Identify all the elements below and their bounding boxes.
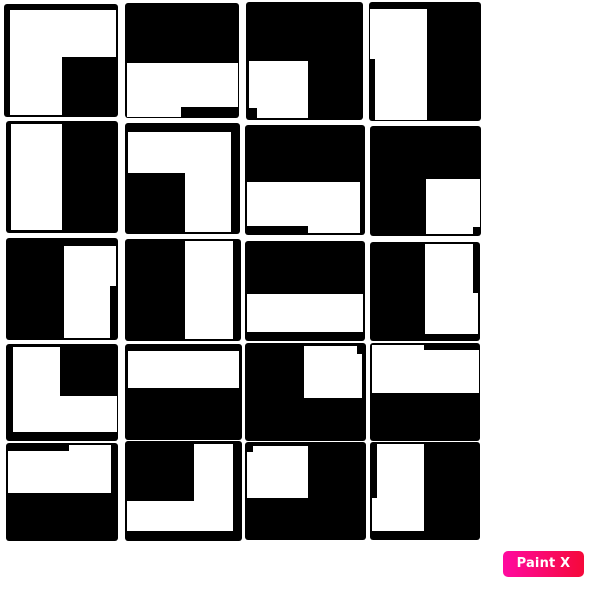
white-region xyxy=(425,244,478,334)
white-region xyxy=(8,445,111,493)
image-tile-13[interactable] xyxy=(6,344,118,441)
paint-x-lite-button[interactable]: Paint X Lite xyxy=(503,551,584,597)
image-tile-1[interactable] xyxy=(4,4,118,117)
white-region xyxy=(372,345,479,393)
white-region xyxy=(60,396,117,432)
black-region xyxy=(249,108,257,118)
image-tile-15[interactable] xyxy=(245,343,366,441)
white-region xyxy=(127,63,238,107)
black-region xyxy=(370,59,375,120)
white-region xyxy=(128,351,239,388)
black-region xyxy=(424,345,479,350)
white-region xyxy=(127,107,181,117)
black-region xyxy=(8,445,69,451)
white-region xyxy=(249,61,308,118)
white-region xyxy=(426,179,480,234)
image-tile-6[interactable] xyxy=(125,123,240,234)
black-region xyxy=(473,227,480,234)
white-region xyxy=(127,501,233,531)
image-tile-11[interactable] xyxy=(245,241,365,341)
white-region xyxy=(10,57,62,115)
image-tile-3[interactable] xyxy=(246,2,363,120)
white-region xyxy=(11,124,62,230)
white-region xyxy=(185,173,231,232)
image-tile-5[interactable] xyxy=(6,121,118,233)
black-region xyxy=(247,226,308,233)
white-region xyxy=(13,347,60,432)
image-tile-14[interactable] xyxy=(125,344,242,440)
black-region xyxy=(110,286,116,338)
black-region xyxy=(247,446,253,452)
white-region xyxy=(185,241,233,339)
image-tile-12[interactable] xyxy=(370,242,480,341)
image-tile-18[interactable] xyxy=(125,441,242,541)
white-region xyxy=(372,444,424,531)
white-region xyxy=(370,9,427,120)
image-tile-16[interactable] xyxy=(370,343,480,441)
image-tile-7[interactable] xyxy=(245,125,365,235)
image-tile-20[interactable] xyxy=(370,442,480,540)
white-region xyxy=(247,294,363,332)
image-tile-9[interactable] xyxy=(6,238,118,340)
white-region xyxy=(10,10,116,57)
black-region xyxy=(372,444,377,498)
image-tile-17[interactable] xyxy=(6,443,118,541)
black-region xyxy=(473,244,478,293)
black-region xyxy=(357,346,362,354)
image-tile-10[interactable] xyxy=(125,239,241,341)
image-tile-2[interactable] xyxy=(125,3,239,118)
image-tile-19[interactable] xyxy=(245,442,366,540)
white-region xyxy=(247,446,308,498)
white-region xyxy=(304,346,362,398)
image-tile-8[interactable] xyxy=(370,126,481,236)
white-region xyxy=(64,246,116,338)
image-tile-4[interactable] xyxy=(369,2,481,121)
white-region xyxy=(128,132,231,173)
